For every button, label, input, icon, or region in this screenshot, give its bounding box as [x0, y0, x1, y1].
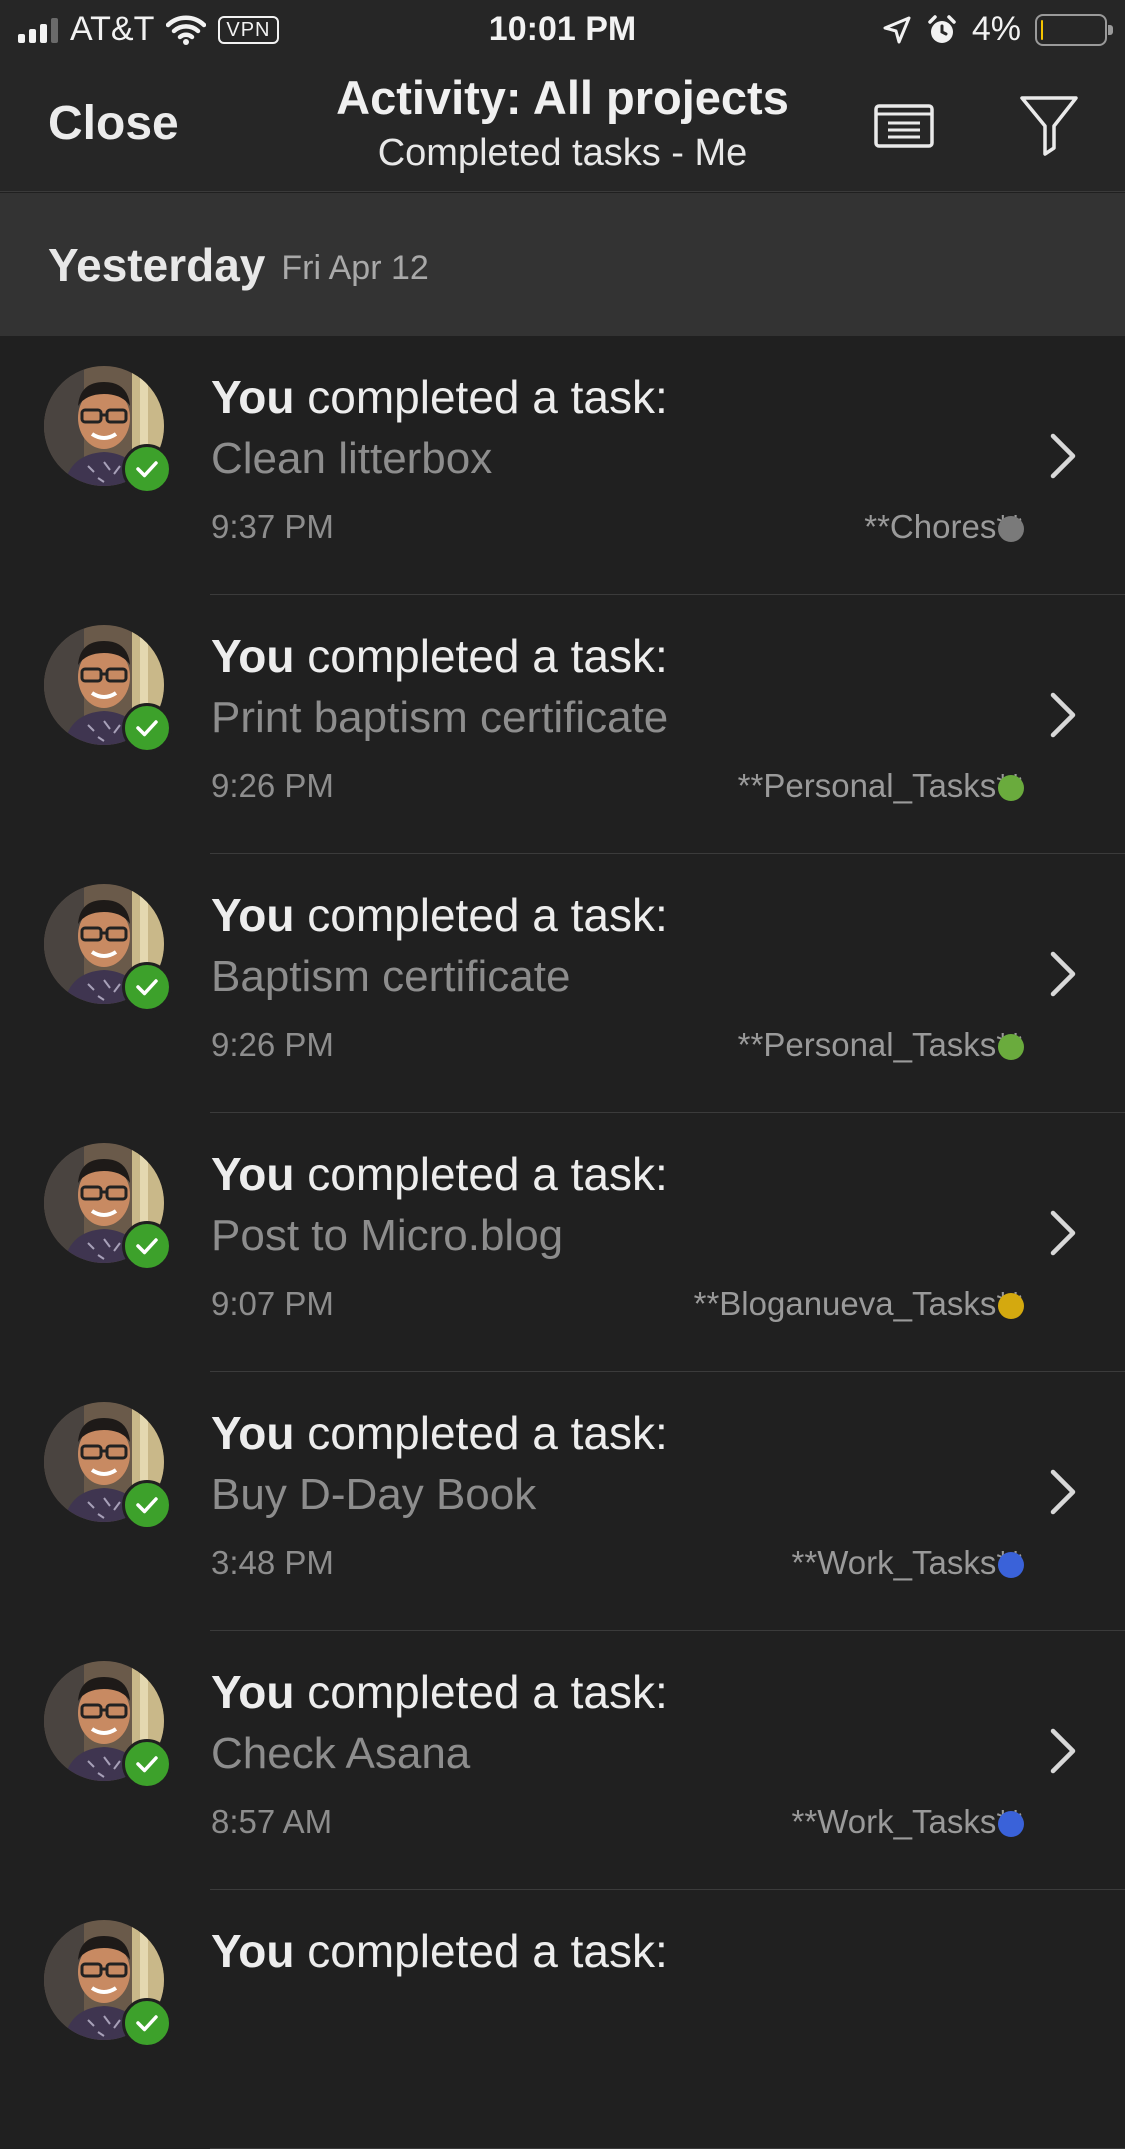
activity-headline: You completed a task:: [211, 1665, 668, 1719]
project-color-dot: [998, 1034, 1024, 1060]
project-name: **Personal_Tasks**: [737, 1026, 1022, 1063]
section-header: Yesterday Fri Apr 12: [0, 193, 1125, 336]
checkmark-icon: [136, 1756, 158, 1773]
task-name: Clean litterbox: [211, 434, 493, 483]
activity-actor: You: [211, 371, 295, 423]
activity-actor: You: [211, 630, 295, 682]
activity-action: completed a task:: [307, 1666, 668, 1718]
section-day: Yesterday: [48, 238, 266, 291]
task-name: Post to Micro.blog: [211, 1211, 564, 1260]
page-subtitle: Completed tasks - Me: [377, 132, 748, 174]
completed-check-badge: [122, 1221, 172, 1271]
activity-actor: You: [211, 1925, 295, 1977]
completed-check-badge: [122, 962, 172, 1012]
filter-button[interactable]: [1018, 92, 1080, 158]
completed-check-badge: [122, 1480, 172, 1530]
checkmark-icon: [136, 461, 158, 478]
project-color-dot: [998, 1811, 1024, 1837]
completed-time: 3:48 PM: [211, 1544, 334, 1581]
activity-headline: You completed a task:: [211, 629, 668, 683]
checkmark-icon: [136, 979, 158, 996]
activity-headline: You completed a task:: [211, 888, 668, 942]
activity-item[interactable]: You completed a task: Buy D-Day Book 3:4…: [0, 1372, 1125, 1631]
completed-check-badge: [122, 703, 172, 753]
project-color-dot: [998, 516, 1024, 542]
activity-item[interactable]: You completed a task: Print baptism cert…: [0, 595, 1125, 854]
activity-item[interactable]: You completed a task: Baptism certificat…: [0, 854, 1125, 1113]
completed-time: 8:57 AM: [211, 1803, 333, 1840]
project-name: **Work_Tasks**: [791, 1803, 1022, 1840]
activity-actor: You: [211, 1148, 295, 1200]
activity-item[interactable]: You completed a task: Check Asana 8:57 A…: [0, 1631, 1125, 1890]
activity-headline: You completed a task:: [211, 1406, 668, 1460]
chevron-right-icon: [1050, 1210, 1076, 1256]
location-icon: [883, 16, 911, 43]
activity-actor: You: [211, 1407, 295, 1459]
project-name: **Personal_Tasks**: [737, 767, 1022, 804]
activity-action: completed a task:: [307, 1925, 668, 1977]
activity-item[interactable]: You completed a task:: [0, 1890, 1125, 2149]
battery-level: [1041, 19, 1044, 40]
activity-action: completed a task:: [307, 1407, 668, 1459]
completed-time: 9:26 PM: [211, 1026, 334, 1063]
page-title: Activity: All projects: [336, 71, 789, 124]
completed-time: 9:07 PM: [211, 1285, 334, 1322]
filter-icon: [1020, 96, 1078, 156]
section-date: Fri Apr 12: [281, 249, 429, 287]
project-color-dot: [998, 1293, 1024, 1319]
task-name: Buy D-Day Book: [211, 1470, 537, 1519]
activity-item[interactable]: You completed a task: Post to Micro.blog…: [0, 1113, 1125, 1372]
nav-header: Close Activity: All projects Completed t…: [0, 60, 1125, 192]
project-name: **Bloganueva_Tasks**: [693, 1285, 1022, 1322]
alarm-icon: [928, 14, 956, 43]
activity-headline: You completed a task:: [211, 1147, 668, 1201]
project-name: **Work_Tasks**: [791, 1544, 1022, 1581]
chevron-right-icon: [1050, 692, 1076, 738]
chevron-right-icon: [1050, 433, 1076, 479]
project-color-dot: [998, 775, 1024, 801]
task-name: Check Asana: [211, 1729, 471, 1778]
list-view-icon: [874, 104, 934, 148]
checkmark-icon: [136, 1238, 158, 1255]
status-right: 4%: [882, 10, 1113, 49]
task-name: Print baptism certificate: [211, 693, 669, 742]
completed-check-badge: [122, 1739, 172, 1789]
activity-headline: You completed a task:: [211, 1924, 668, 1978]
activity-headline: You completed a task:: [211, 370, 668, 424]
activity-list: You completed a task: Clean litterbox 9:…: [0, 336, 1125, 2149]
activity-action: completed a task:: [307, 889, 668, 941]
activity-action: completed a task:: [307, 1148, 668, 1200]
checkmark-icon: [136, 2015, 158, 2032]
battery-icon: [1035, 13, 1113, 46]
checkmark-icon: [136, 1497, 158, 1514]
checkmark-icon: [136, 720, 158, 737]
activity-action: completed a task:: [307, 630, 668, 682]
task-name: Baptism certificate: [211, 952, 571, 1001]
chevron-right-icon: [1050, 1469, 1076, 1515]
list-view-button[interactable]: [870, 96, 940, 156]
project-color-dot: [998, 1552, 1024, 1578]
completed-check-badge: [122, 444, 172, 494]
completed-check-badge: [122, 1998, 172, 2048]
activity-item[interactable]: You completed a task: Clean litterbox 9:…: [0, 336, 1125, 595]
activity-action: completed a task:: [307, 371, 668, 423]
battery-percent: 4%: [971, 10, 1021, 48]
chevron-right-icon: [1050, 951, 1076, 997]
status-bar: AT&T VPN 10:01 PM 4%: [0, 0, 1125, 60]
completed-time: 9:37 PM: [211, 508, 334, 545]
activity-actor: You: [211, 889, 295, 941]
completed-time: 9:26 PM: [211, 767, 334, 804]
activity-actor: You: [211, 1666, 295, 1718]
chevron-right-icon: [1050, 1728, 1076, 1774]
